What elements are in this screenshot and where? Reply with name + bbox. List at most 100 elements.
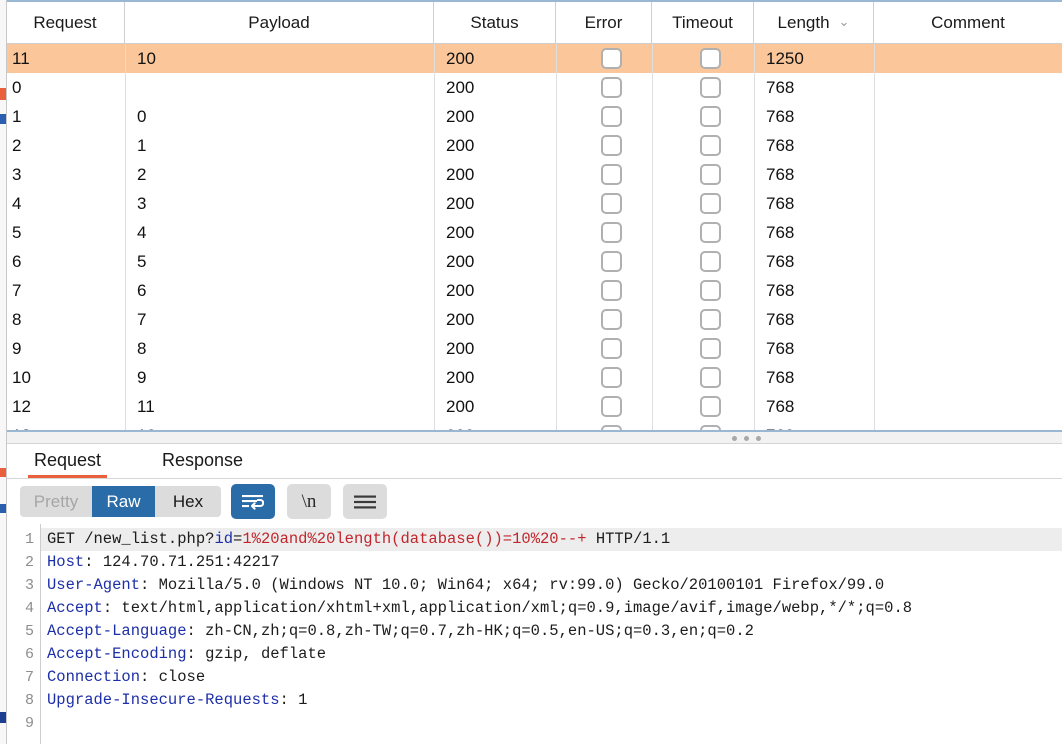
hamburger-menu-icon[interactable] [343,484,387,519]
checkbox-error[interactable] [601,222,622,243]
checkbox-timeout[interactable] [700,251,721,272]
cell-request: 5 [12,223,22,242]
checkbox-timeout[interactable] [700,77,721,98]
code-token-plain: : zh-CN,zh;q=0.8,zh-TW;q=0.7,zh-HK;q=0.5… [186,622,754,640]
line-number: 5 [24,623,34,640]
cell-length: 768 [766,339,795,358]
column-header-comment[interactable]: Comment [874,2,1062,43]
code-line[interactable]: Accept-Encoding: gzip, deflate [47,643,326,666]
chevron-down-icon[interactable]: ⌄ [839,2,850,42]
checkbox-error[interactable] [601,106,622,127]
checkbox-timeout[interactable] [700,106,721,127]
table-row[interactable]: 4 3 200 768 [6,189,1062,218]
checkbox-error[interactable] [601,251,622,272]
checkbox-timeout[interactable] [700,396,721,417]
line-number: 1 [24,531,34,548]
checkbox-error[interactable] [601,309,622,330]
table-row[interactable]: 13 12 200 768 [6,421,1062,430]
table-row[interactable]: 6 5 200 768 [6,247,1062,276]
code-line[interactable]: Accept: text/html,application/xhtml+xml,… [47,597,912,620]
cell-length: 768 [766,194,795,213]
line-number: 8 [24,692,34,709]
table-row[interactable]: 8 7 200 768 [6,305,1062,334]
cell-payload: 7 [137,310,147,329]
checkbox-error[interactable] [601,280,622,301]
checkbox-error[interactable] [601,396,622,417]
code-token-plain: : gzip, deflate [186,645,327,663]
table-row[interactable]: 11 10 200 1250 [6,44,1062,73]
table-row[interactable]: 5 4 200 768 [6,218,1062,247]
table-row[interactable]: 10 9 200 768 [6,363,1062,392]
edge-marker [0,88,6,100]
code-token-plain: : 124.70.71.251:42217 [84,553,280,571]
checkbox-error[interactable] [601,338,622,359]
code-line[interactable]: Host: 124.70.71.251:42217 [47,551,280,574]
cell-length: 768 [766,165,795,184]
checkbox-timeout[interactable] [700,135,721,156]
column-header-label: Timeout [672,13,733,32]
left-edge-strip [0,0,7,744]
column-header-label: Comment [931,13,1005,32]
newline-icon[interactable]: \n [287,484,331,519]
code-line[interactable]: User-Agent: Mozilla/5.0 (Windows NT 10.0… [47,574,884,597]
table-row[interactable]: 9 8 200 768 [6,334,1062,363]
checkbox-error[interactable] [601,135,622,156]
cell-payload: 3 [137,194,147,213]
checkbox-error[interactable] [601,193,622,214]
checkbox-timeout[interactable] [700,193,721,214]
cell-status: 200 [446,252,475,271]
code-token-plain: : Mozilla/5.0 (Windows NT 10.0; Win64; x… [140,576,885,594]
column-header-error[interactable]: Error [556,2,652,43]
cell-request: 9 [12,339,22,358]
cell-status: 200 [446,281,475,300]
cell-payload: 11 [137,397,155,416]
table-row[interactable]: 0 200 768 [6,73,1062,102]
table-row[interactable]: 1 0 200 768 [6,102,1062,131]
column-header-payload[interactable]: Payload [125,2,434,43]
cell-request: 13 [12,421,125,430]
column-header-status[interactable]: Status [434,2,556,43]
checkbox-timeout[interactable] [700,280,721,301]
table-row[interactable]: 12 11 200 768 [6,392,1062,421]
view-mode-hex[interactable]: Hex [155,486,221,517]
cell-request: 2 [12,136,22,155]
code-token-header: User-Agent [47,576,141,594]
code-line[interactable]: Upgrade-Insecure-Requests: 1 [47,689,307,712]
checkbox-error[interactable] [601,367,622,388]
results-table-header: Request Payload Status Error Timeout Length ⌄ C… [6,2,1062,44]
request-editor[interactable]: 1 2 3 4 5 6 7 8 9 GET /new_list.php?id=1%20and%2… [6,524,1062,744]
column-header-label: Payload [248,13,310,32]
table-row[interactable]: 7 6 200 768 [6,276,1062,305]
message-tabs: Request Response [6,444,1062,479]
code-line[interactable]: Connection: close [47,666,205,689]
checkbox-error[interactable] [601,77,622,98]
code-line[interactable]: GET /new_list.php?id=1%20and%20length(da… [41,528,1062,551]
checkbox-error[interactable] [601,48,622,69]
checkbox-error[interactable] [601,164,622,185]
panel-splitter[interactable] [6,430,1062,444]
cell-payload: 12 [137,421,432,430]
column-header-request[interactable]: Request [6,2,125,43]
tab-request[interactable]: Request [28,444,108,478]
column-header-timeout[interactable]: Timeout [652,2,754,43]
code-line[interactable]: Accept-Language: zh-CN,zh;q=0.8,zh-TW;q=… [47,620,754,643]
checkbox-timeout[interactable] [700,367,721,388]
cell-length: 768 [766,252,795,271]
checkbox-timeout[interactable] [700,222,721,243]
table-row[interactable]: 3 2 200 768 [6,160,1062,189]
cell-payload: 8 [137,339,147,358]
view-mode-raw[interactable]: Raw [92,486,155,517]
cell-length: 768 [766,421,874,430]
checkbox-timeout[interactable] [700,48,721,69]
checkbox-timeout[interactable] [700,309,721,330]
tab-response[interactable]: Response [156,444,249,478]
table-row[interactable]: 2 1 200 768 [6,131,1062,160]
word-wrap-icon[interactable] [231,484,275,519]
cell-status: 200 [446,165,475,184]
view-mode-pretty[interactable]: Pretty [20,486,92,517]
checkbox-timeout[interactable] [700,338,721,359]
checkbox-timeout[interactable] [700,164,721,185]
request-raw-text[interactable]: GET /new_list.php?id=1%20and%20length(da… [41,524,1062,744]
results-table-body[interactable]: 11 10 200 1250 0 200 768 1 0 200 768 2 1 200 768 3 2 200 7… [6,44,1062,430]
column-header-length[interactable]: Length ⌄ [754,2,874,43]
